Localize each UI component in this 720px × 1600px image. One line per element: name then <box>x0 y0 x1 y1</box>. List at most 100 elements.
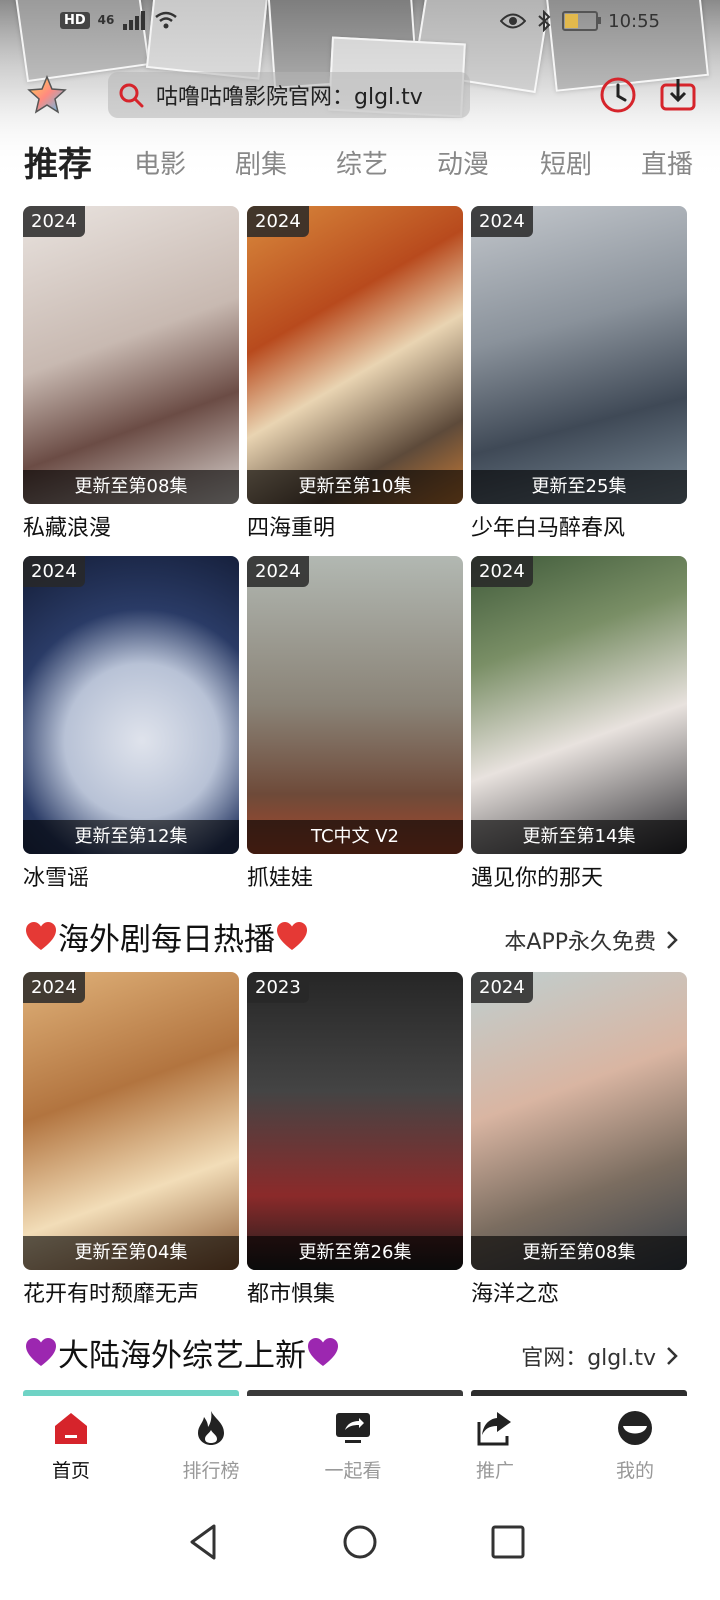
media-title[interactable]: 少年白马醉春风 <box>471 510 687 542</box>
section-header-overseas: 海外剧每日热播 本APP永久免费 <box>24 914 696 964</box>
system-navigation-bar <box>0 1492 720 1600</box>
status-time: 10:55 <box>608 10 660 32</box>
poster-image[interactable]: 2024 更新至第04集 <box>23 972 239 1270</box>
purple-heart-icon <box>26 1337 56 1366</box>
favorites-star-icon[interactable] <box>26 74 68 116</box>
year-badge: 2024 <box>23 972 85 1003</box>
flame-icon <box>198 1411 224 1445</box>
year-badge: 2024 <box>247 556 309 587</box>
home-circle-icon[interactable] <box>338 1520 382 1564</box>
media-card[interactable]: 2024 更新至第14集 遇见你的那天 <box>471 556 687 892</box>
media-card[interactable]: 2024 更新至第12集 冰雪谣 <box>23 556 239 892</box>
media-title[interactable]: 海洋之恋 <box>471 1276 687 1308</box>
media-card[interactable]: 2024 更新至第10集 四海重明 <box>247 206 463 542</box>
search-placeholder: 咕噜咕噜影院官网：glgl.tv <box>156 85 423 110</box>
poster-image[interactable]: 2024 更新至25集 <box>471 206 687 504</box>
nav-home[interactable]: 首页 <box>16 1408 126 1483</box>
poster-image[interactable]: 2024 TC中文 V2 <box>247 556 463 854</box>
episode-status: 更新至第08集 <box>23 470 239 504</box>
year-badge: 2023 <box>247 972 309 1003</box>
media-title[interactable]: 抓娃娃 <box>247 860 463 892</box>
share-icon <box>477 1412 511 1446</box>
episode-status: 更新至第10集 <box>247 470 463 504</box>
year-badge: 2024 <box>471 556 533 587</box>
media-card[interactable]: 2024 更新至第08集 海洋之恋 <box>471 972 687 1308</box>
tab-short-drama[interactable]: 短剧 <box>540 144 592 181</box>
section-title: 大陆海外综艺上新 <box>24 1330 340 1375</box>
media-card[interactable]: 2024 TC中文 V2 抓娃娃 <box>247 556 463 892</box>
poster-image[interactable]: 2024 更新至第08集 <box>23 206 239 504</box>
profile-icon <box>618 1411 652 1445</box>
nav-watch-together[interactable]: 一起看 <box>298 1408 408 1483</box>
tab-movies[interactable]: 电影 <box>134 144 186 181</box>
episode-status: 更新至第14集 <box>471 820 687 854</box>
home-icon <box>55 1413 87 1444</box>
chevron-right-icon <box>667 1347 678 1365</box>
back-icon[interactable] <box>182 1520 226 1564</box>
media-title[interactable]: 冰雪谣 <box>23 860 239 892</box>
recent-apps-icon[interactable] <box>486 1520 530 1564</box>
category-tabs: 推荐 电影 剧集 综艺 动漫 短剧 直播 <box>0 134 720 190</box>
search-bar[interactable]: 咕噜咕噜影院官网：glgl.tv <box>108 72 470 118</box>
chevron-right-icon <box>667 931 678 949</box>
red-heart-icon <box>26 921 56 950</box>
media-card[interactable]: 2023 更新至第26集 都市惧集 <box>247 972 463 1308</box>
year-badge: 2024 <box>471 206 533 237</box>
tab-recommended[interactable]: 推荐 <box>24 137 92 186</box>
section-more-link[interactable]: 本APP永久免费 <box>504 924 678 956</box>
media-card[interactable]: 2024 更新至第04集 花开有时颓靡无声 <box>23 972 239 1308</box>
year-badge: 2024 <box>247 206 309 237</box>
network-label: 46 <box>97 13 115 27</box>
episode-status: 更新至第12集 <box>23 820 239 854</box>
battery-icon <box>562 11 602 31</box>
episode-status: 更新至第26集 <box>247 1236 463 1270</box>
poster-image[interactable] <box>23 1390 239 1396</box>
nav-ranking[interactable]: 排行榜 <box>156 1408 266 1483</box>
tab-anime[interactable]: 动漫 <box>437 144 489 181</box>
battery-level <box>565 14 578 28</box>
status-bar: HD 46 10:55 <box>0 0 720 50</box>
year-badge: 2024 <box>471 972 533 1003</box>
year-badge: 2024 <box>23 206 85 237</box>
poster-image[interactable]: 2024 更新至第12集 <box>23 556 239 854</box>
episode-status: 更新至第08集 <box>471 1236 687 1270</box>
media-title[interactable]: 遇见你的那天 <box>471 860 687 892</box>
episode-status: 更新至第04集 <box>23 1236 239 1270</box>
year-badge: 2024 <box>23 556 85 587</box>
watch-together-icon <box>336 1413 370 1443</box>
media-title[interactable]: 私藏浪漫 <box>23 510 239 542</box>
purple-heart-icon <box>308 1337 338 1366</box>
media-title[interactable]: 四海重明 <box>247 510 463 542</box>
media-title[interactable]: 都市惧集 <box>247 1276 463 1308</box>
episode-status: TC中文 V2 <box>247 820 463 854</box>
media-card[interactable]: 2024 更新至25集 少年白马醉春风 <box>471 206 687 542</box>
tab-series[interactable]: 剧集 <box>235 144 287 181</box>
poster-image[interactable]: 2024 更新至第14集 <box>471 556 687 854</box>
poster-image[interactable] <box>247 1390 463 1396</box>
bottom-navigation: 首页 排行榜 一起看 推广 我的 <box>0 1398 720 1492</box>
nav-profile[interactable]: 我的 <box>580 1408 690 1483</box>
search-icon <box>119 83 144 108</box>
hd-badge: HD <box>60 11 90 29</box>
media-card[interactable]: 2024 更新至第08集 私藏浪漫 <box>23 206 239 542</box>
episode-status: 更新至25集 <box>471 470 687 504</box>
download-icon[interactable] <box>658 75 698 115</box>
tab-live[interactable]: 直播 <box>641 144 693 181</box>
signal-icon <box>123 11 146 30</box>
poster-image[interactable] <box>471 1390 687 1396</box>
nav-promote[interactable]: 推广 <box>440 1408 550 1483</box>
tab-variety[interactable]: 综艺 <box>336 144 388 181</box>
wifi-icon <box>155 11 178 29</box>
section-header-variety: 大陆海外综艺上新 官网：glgl.tv <box>24 1330 696 1380</box>
top-bar: 咕噜咕噜影院官网：glgl.tv <box>0 68 720 122</box>
section-title: 海外剧每日热播 <box>24 914 309 959</box>
media-title[interactable]: 花开有时颓靡无声 <box>23 1276 239 1308</box>
poster-image[interactable]: 2024 更新至第10集 <box>247 206 463 504</box>
poster-image[interactable]: 2024 更新至第08集 <box>471 972 687 1270</box>
poster-image[interactable]: 2023 更新至第26集 <box>247 972 463 1270</box>
history-clock-icon[interactable] <box>598 75 638 115</box>
eye-icon <box>500 13 527 29</box>
red-heart-icon <box>277 921 307 950</box>
section-more-link[interactable]: 官网：glgl.tv <box>521 1340 678 1372</box>
bluetooth-icon <box>538 10 551 32</box>
